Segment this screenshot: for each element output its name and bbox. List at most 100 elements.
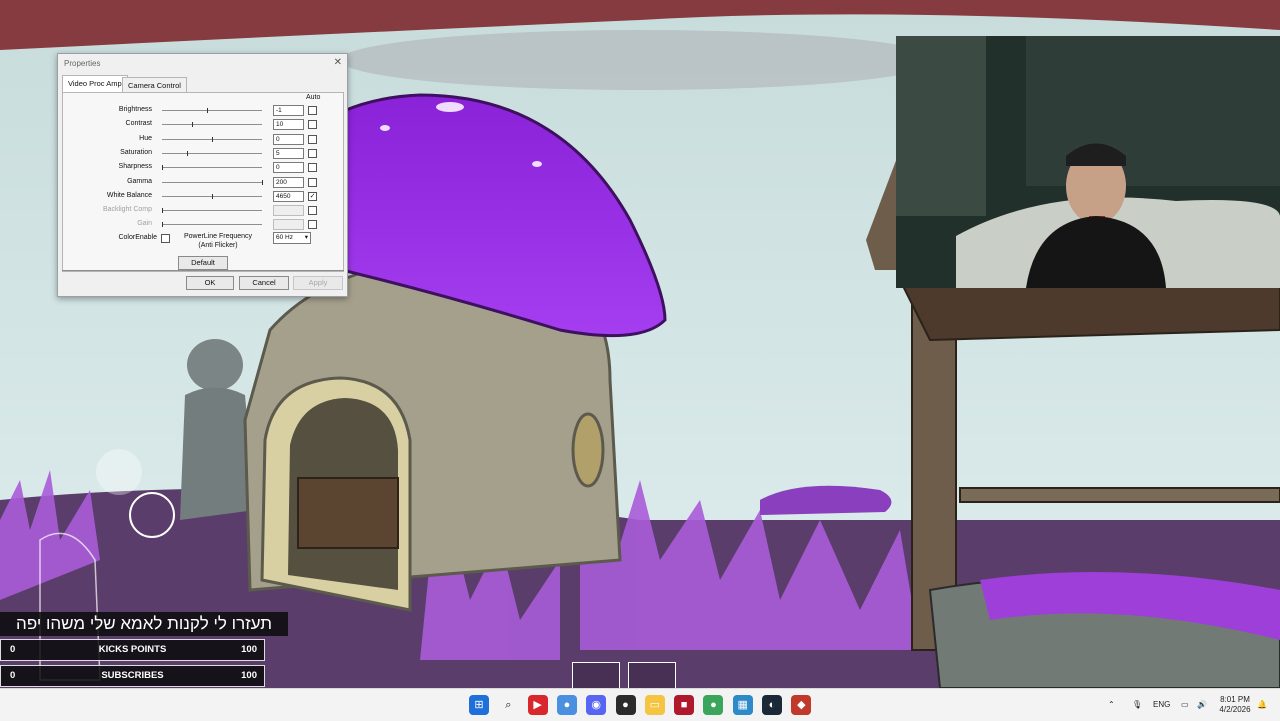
rail bbox=[959, 487, 1280, 503]
chevron-down-icon: ▾ bbox=[304, 234, 308, 241]
language-indicator[interactable]: ENG bbox=[1153, 689, 1170, 721]
statue-head bbox=[187, 339, 243, 391]
counter-right-value: 100 bbox=[241, 670, 257, 681]
property-label: Saturation bbox=[120, 148, 152, 156]
property-value-field[interactable]: 0 bbox=[273, 133, 304, 145]
obs-icon[interactable]: ● bbox=[615, 695, 636, 715]
property-slider[interactable] bbox=[162, 193, 262, 199]
slider-thumb[interactable] bbox=[187, 150, 188, 156]
slider-thumb[interactable] bbox=[212, 136, 213, 142]
powerline-value: 60 Hz bbox=[276, 234, 293, 241]
property-slider[interactable] bbox=[162, 222, 262, 228]
auto-checkbox[interactable]: ✓ bbox=[308, 191, 317, 201]
property-label: Gamma bbox=[127, 177, 152, 185]
clock-time: 8:01 PM bbox=[1220, 695, 1250, 704]
property-slider[interactable] bbox=[162, 179, 263, 185]
steam-icon[interactable]: ◐ bbox=[762, 695, 782, 715]
slider-thumb[interactable] bbox=[212, 193, 213, 199]
auto-checkbox[interactable] bbox=[308, 220, 317, 230]
property-value-field[interactable]: -1 bbox=[273, 105, 304, 116]
auto-checkbox[interactable] bbox=[308, 120, 317, 130]
property-slider[interactable] bbox=[162, 165, 262, 171]
red-square-app-icon[interactable]: ■ bbox=[674, 695, 695, 715]
cap-spot bbox=[436, 102, 464, 112]
default-button[interactable]: Default bbox=[178, 256, 228, 270]
discord-icon[interactable]: ◉ bbox=[586, 695, 607, 715]
cap-spot bbox=[380, 125, 390, 131]
property-label: Backlight Comp bbox=[102, 206, 152, 214]
search-icon[interactable]: ⌕ bbox=[498, 695, 518, 715]
chevron-up-icon[interactable]: ⌃ bbox=[1108, 689, 1115, 721]
microphone-icon[interactable]: 🎙 bbox=[1132, 689, 1142, 721]
color-enable-checkbox[interactable] bbox=[161, 234, 170, 243]
property-value-field[interactable]: 10 bbox=[273, 119, 304, 131]
network-icon[interactable]: ▭ bbox=[1181, 689, 1189, 721]
mushroom-window bbox=[571, 412, 605, 488]
slider-thumb[interactable] bbox=[207, 108, 208, 113]
well-roof bbox=[898, 279, 1280, 342]
auto-checkbox[interactable] bbox=[308, 177, 317, 187]
property-value-field[interactable] bbox=[273, 205, 304, 217]
taskbar: ⊞ ⌕ ▶ ● ◉ ● ▭ ■ ● ▦ ◐ ◆ ⌃ 🎙 ENG ▭ 🔊 8:01 PM 4/2/202… bbox=[0, 688, 1280, 721]
clock[interactable]: 8:01 PM 4/2/2026 bbox=[1214, 695, 1256, 715]
apply-button[interactable]: Apply bbox=[293, 276, 343, 290]
property-slider[interactable] bbox=[162, 122, 262, 128]
tab-video-proc-amp[interactable]: Video Proc Amp bbox=[62, 75, 128, 93]
color-enable-label: ColorEnable bbox=[118, 234, 157, 241]
file-explorer-icon[interactable]: ▭ bbox=[644, 695, 665, 715]
powerline-label: PowerLine Frequency bbox=[183, 233, 253, 240]
counter-left-value: 0 bbox=[10, 644, 16, 655]
webcam-overlay bbox=[896, 36, 1280, 288]
ok-button[interactable]: OK bbox=[186, 276, 234, 290]
slider-thumb[interactable] bbox=[192, 122, 193, 128]
property-value-field[interactable] bbox=[273, 219, 304, 231]
chrome-alt-icon[interactable]: ● bbox=[703, 695, 724, 715]
cancel-button[interactable]: Cancel bbox=[239, 276, 289, 290]
volume-icon[interactable]: 🔊 bbox=[1197, 689, 1207, 721]
auto-checkbox[interactable] bbox=[308, 134, 317, 144]
property-value-field[interactable]: 200 bbox=[273, 176, 304, 188]
counter-label: SUBSCRIBES bbox=[101, 670, 164, 681]
auto-checkbox[interactable] bbox=[308, 206, 317, 216]
auto-checkbox[interactable] bbox=[308, 163, 317, 173]
property-label: Sharpness bbox=[118, 163, 152, 171]
slider-thumb[interactable] bbox=[262, 179, 263, 185]
property-slider[interactable] bbox=[162, 208, 262, 214]
property-label: White Balance bbox=[106, 191, 152, 199]
powerline-sublabel: (Anti Flicker) bbox=[198, 242, 238, 249]
slider-thumb[interactable] bbox=[162, 222, 163, 228]
property-slider[interactable] bbox=[162, 108, 262, 113]
powerline-select[interactable]: 60 Hz ▾ bbox=[273, 232, 311, 244]
notification-bell-icon[interactable]: 🔔 bbox=[1257, 689, 1267, 721]
property-label: Contrast bbox=[125, 120, 152, 128]
slider-thumb[interactable] bbox=[162, 208, 163, 214]
property-slider[interactable] bbox=[162, 136, 262, 142]
grid-app-icon[interactable]: ▦ bbox=[732, 695, 753, 715]
subscribes-counter: SUBSCRIBES 0 100 bbox=[0, 665, 265, 687]
property-value-field[interactable]: 0 bbox=[273, 162, 304, 174]
donation-marquee: תעזרו לי לקנות לאמא שלי משהו יפה bbox=[0, 612, 288, 636]
kicks-points-counter: KICKS POINTS 0 100 bbox=[0, 639, 265, 661]
counter-left-value: 0 bbox=[10, 670, 16, 681]
auto-header: Auto bbox=[306, 94, 321, 101]
property-value-field[interactable]: 5 bbox=[273, 147, 304, 159]
red-app-icon[interactable]: ▶ bbox=[527, 695, 548, 715]
windows-start-icon[interactable]: ⊞ bbox=[469, 695, 489, 715]
close-icon[interactable]: ✕ bbox=[334, 57, 342, 68]
cap-spot bbox=[532, 161, 542, 167]
tab-camera-control[interactable]: Camera Control bbox=[122, 77, 187, 93]
red-tool-icon[interactable]: ◆ bbox=[791, 695, 812, 715]
joystick-base[interactable] bbox=[96, 449, 142, 495]
counter-label: KICKS POINTS bbox=[98, 644, 167, 655]
counter-right-value: 100 bbox=[241, 644, 257, 655]
treasure-chest bbox=[297, 477, 399, 549]
property-label: Brightness bbox=[118, 106, 152, 113]
auto-checkbox[interactable] bbox=[308, 106, 317, 115]
property-label: Hue bbox=[139, 134, 152, 142]
property-slider[interactable] bbox=[162, 150, 262, 156]
dialog-title: Properties bbox=[64, 59, 101, 68]
chrome-icon[interactable]: ● bbox=[556, 695, 577, 715]
slider-thumb[interactable] bbox=[162, 165, 163, 171]
auto-checkbox[interactable] bbox=[308, 148, 317, 158]
property-value-field[interactable]: 4650 bbox=[273, 190, 304, 202]
